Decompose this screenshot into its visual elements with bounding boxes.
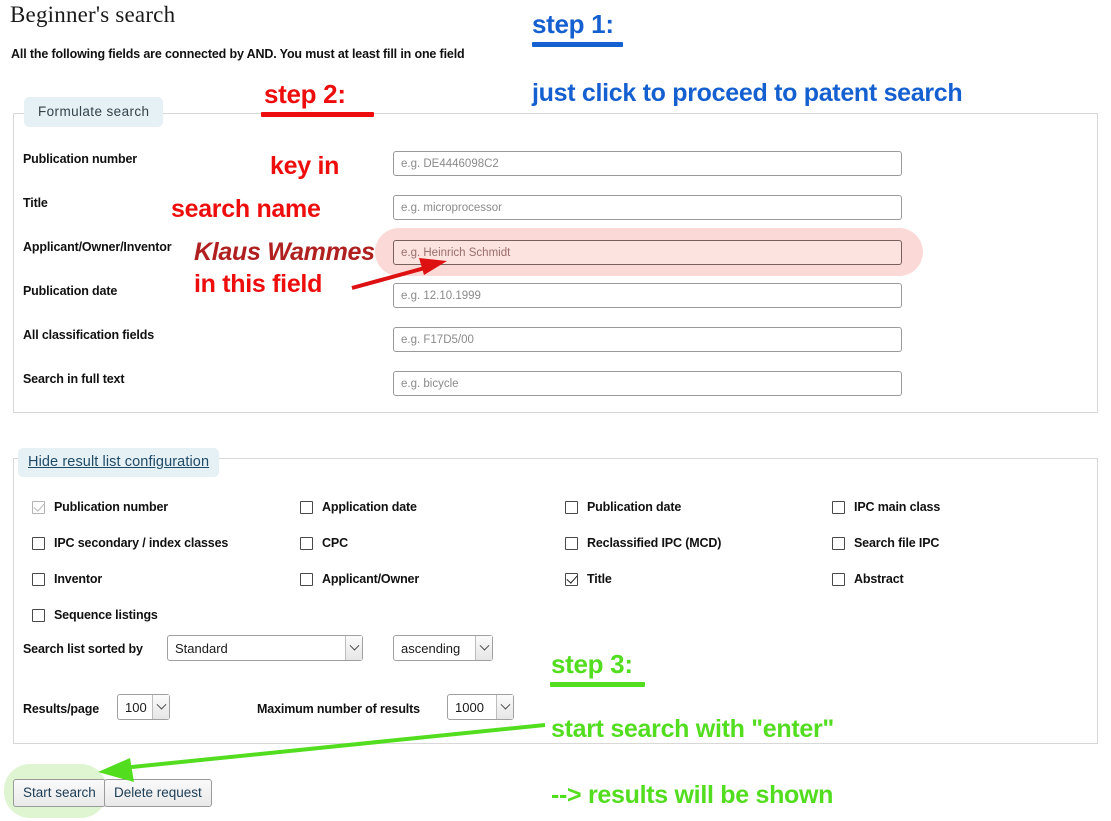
checkbox-label: Sequence listings	[54, 608, 158, 622]
annotation-step1-text: just click to proceed to patent search	[532, 79, 963, 107]
checkbox-item-11[interactable]: Abstract	[832, 572, 904, 586]
field-label-0: Publication number	[23, 152, 137, 166]
checkbox-label: Abstract	[854, 572, 904, 586]
input-field-4[interactable]	[393, 327, 902, 352]
page-title: Beginner's search	[10, 2, 176, 27]
checkbox-icon[interactable]	[832, 500, 845, 514]
checkbox-icon[interactable]	[832, 536, 845, 550]
input-field-1[interactable]	[393, 195, 902, 220]
field-label-5: Search in full text	[23, 372, 125, 386]
field-label-4: All classification fields	[23, 328, 155, 342]
checkbox-item-7[interactable]: Search file IPC	[832, 536, 939, 550]
checkbox-label: Applicant/Owner	[322, 572, 420, 586]
checkbox-icon[interactable]	[300, 572, 313, 586]
checkbox-item-8[interactable]: Inventor	[32, 572, 102, 586]
results-per-page-label: Results/page	[23, 702, 100, 716]
field-label-2: Applicant/Owner/Inventor	[23, 240, 172, 254]
checkbox-label: CPC	[322, 536, 348, 550]
input-field-2[interactable]	[393, 240, 902, 265]
annotation-key-in: key in	[270, 152, 340, 180]
max-results-label: Maximum number of results	[257, 702, 420, 716]
results-per-page-select[interactable]: 100	[117, 694, 170, 720]
checkbox-item-6[interactable]: Reclassified IPC (MCD)	[565, 536, 721, 550]
checkbox-icon[interactable]	[32, 536, 45, 550]
checkbox-icon[interactable]	[565, 500, 578, 514]
sort-order-value: ascending	[401, 640, 461, 656]
tab-formulate-search[interactable]: Formulate search	[24, 97, 164, 127]
annotation-step2-underline	[261, 112, 374, 117]
checkbox-icon[interactable]	[832, 572, 845, 586]
checkbox-label: Title	[587, 572, 612, 586]
checkbox-icon[interactable]	[300, 536, 313, 550]
start-search-button[interactable]: Start search	[13, 779, 106, 807]
hide-result-list-configuration-link[interactable]: Hide result list configuration	[18, 448, 220, 477]
checkbox-item-12[interactable]: Sequence listings	[32, 608, 158, 622]
checkbox-label: Reclassified IPC (MCD)	[587, 536, 722, 550]
checkbox-item-5[interactable]: CPC	[300, 536, 348, 550]
beginners-search-page: Beginner's search All the following fiel…	[0, 0, 1111, 821]
checkbox-item-9[interactable]: Applicant/Owner	[300, 572, 419, 586]
checkbox-icon[interactable]	[565, 572, 578, 586]
sort-order-select[interactable]: ascending	[393, 635, 493, 661]
checkbox-item-4[interactable]: IPC secondary / index classes	[32, 536, 228, 550]
checkbox-label: Search file IPC	[854, 536, 940, 550]
field-label-1: Title	[23, 196, 48, 210]
max-results-value: 1000	[455, 699, 484, 715]
checkbox-icon[interactable]	[300, 500, 313, 514]
sort-by-label: Search list sorted by	[23, 642, 143, 656]
input-field-5[interactable]	[393, 371, 902, 396]
checkbox-item-3[interactable]: IPC main class	[832, 500, 940, 514]
annotation-step3-label: step 3:	[551, 649, 633, 679]
annotation-step3-result: --> results will be shown	[551, 781, 834, 809]
annotation-step1-underline	[532, 42, 623, 47]
checkbox-item-2[interactable]: Publication date	[565, 500, 681, 514]
checkbox-label: Publication date	[587, 500, 682, 514]
checkbox-label: IPC secondary / index classes	[54, 536, 229, 550]
sort-by-value: Standard	[175, 640, 228, 656]
chevron-down-icon	[345, 636, 362, 660]
field-label-3: Publication date	[23, 284, 118, 298]
checkbox-label: Publication number	[54, 500, 168, 514]
annotation-step3-text: start search with "enter"	[551, 715, 834, 743]
checkbox-icon[interactable]	[32, 500, 45, 514]
input-field-0[interactable]	[393, 151, 902, 176]
checkbox-icon[interactable]	[565, 536, 578, 550]
annotation-step2-label: step 2:	[264, 79, 346, 109]
chevron-down-icon	[475, 636, 492, 660]
checkbox-label: Inventor	[54, 572, 103, 586]
checkbox-item-0[interactable]: Publication number	[32, 500, 168, 514]
input-field-3[interactable]	[393, 283, 902, 308]
page-subtitle: All the following fields are connected b…	[11, 47, 465, 61]
checkbox-label: IPC main class	[854, 500, 941, 514]
results-per-page-value: 100	[125, 699, 147, 715]
annotation-step1-label: step 1:	[532, 9, 614, 39]
checkbox-icon[interactable]	[32, 608, 45, 622]
annotation-in-this-field: in this field	[194, 270, 323, 298]
sort-by-select[interactable]: Standard	[167, 635, 363, 661]
annotation-search-name: search name	[171, 195, 321, 223]
chevron-down-icon	[496, 695, 513, 719]
chevron-down-icon	[152, 695, 169, 719]
annotation-klaus-wammes: Klaus Wammes	[194, 238, 375, 266]
checkbox-item-1[interactable]: Application date	[300, 500, 417, 514]
checkbox-label: Application date	[322, 500, 417, 514]
checkbox-item-10[interactable]: Title	[565, 572, 612, 586]
annotation-step3-underline	[550, 682, 645, 687]
max-results-select[interactable]: 1000	[447, 694, 514, 720]
delete-request-button[interactable]: Delete request	[104, 779, 212, 807]
checkbox-icon[interactable]	[32, 572, 45, 586]
